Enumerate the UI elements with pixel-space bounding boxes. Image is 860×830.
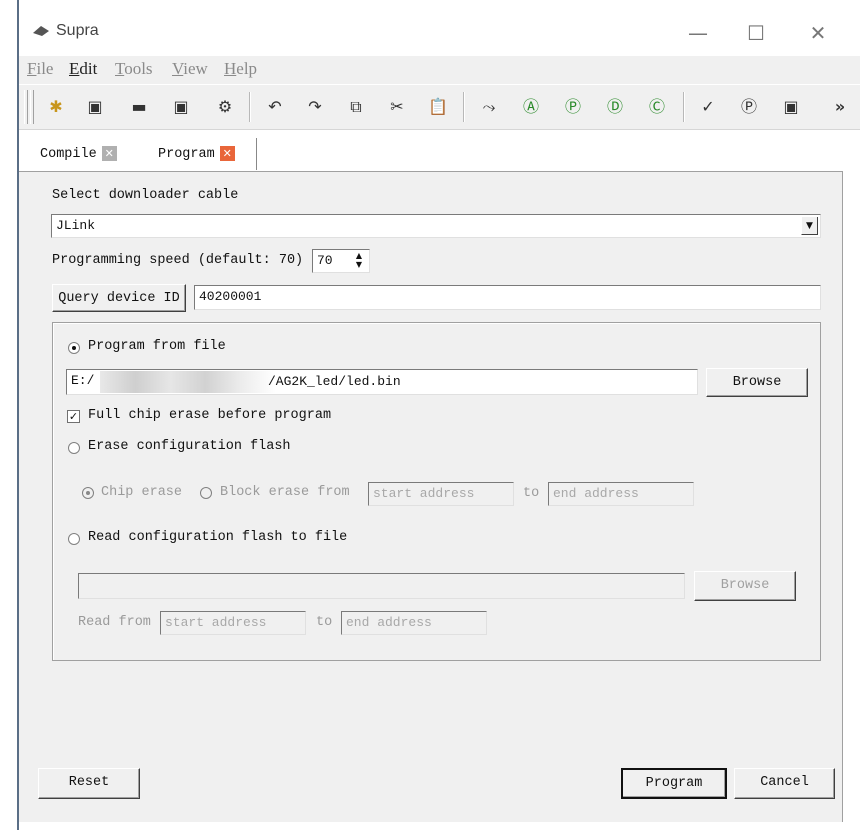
copy-icon[interactable]: ⧉ xyxy=(345,96,367,118)
run-p-icon[interactable]: Ⓟ xyxy=(562,96,584,118)
program-from-file-label[interactable]: Program from file xyxy=(88,339,226,354)
settings-icon[interactable]: ⚙ xyxy=(214,96,236,118)
reset-button[interactable]: Reset xyxy=(38,768,140,799)
close-button[interactable]: ✕ xyxy=(803,18,833,48)
block-erase-radio[interactable] xyxy=(200,487,212,499)
cable-label: Select downloader cable xyxy=(52,188,239,203)
read-start-address-input[interactable]: start address xyxy=(160,611,306,635)
file-path-suffix: /AG2K_led/led.bin xyxy=(268,374,401,389)
run-d-icon[interactable]: Ⓓ xyxy=(604,96,626,118)
program-from-file-radio[interactable] xyxy=(68,342,80,354)
cut-icon[interactable]: ✂ xyxy=(386,96,408,118)
menu-help[interactable]: Help xyxy=(224,59,257,79)
tab-divider xyxy=(256,138,257,170)
program-button[interactable]: Program xyxy=(621,768,727,799)
erase-config-flash-label[interactable]: Erase configuration flash xyxy=(88,439,291,454)
erase-to-label: to xyxy=(523,486,540,501)
erase-start-address-input[interactable]: start address xyxy=(368,482,514,506)
read-start-placeholder: start address xyxy=(165,615,267,630)
device-id-field[interactable]: 40200001 xyxy=(194,285,821,310)
window-title: Supra xyxy=(56,22,99,39)
read-to-label: to xyxy=(316,615,333,630)
toolbar-separator xyxy=(463,92,465,122)
read-browse-button[interactable]: Browse xyxy=(694,571,796,601)
tab-compile-label: Compile xyxy=(40,147,97,162)
erase-config-flash-radio[interactable] xyxy=(68,442,80,454)
dropdown-arrow-icon[interactable]: ▼ xyxy=(801,217,818,235)
speed-input-value: 70 xyxy=(317,253,333,268)
read-config-flash-label[interactable]: Read configuration flash to file xyxy=(88,530,347,545)
device-id-value: 40200001 xyxy=(199,289,262,304)
erase-end-placeholder: end address xyxy=(553,486,639,501)
compile-icon[interactable]: ⤳ xyxy=(478,96,500,118)
speed-label: Programming speed (default: 70) xyxy=(52,253,304,268)
check-icon[interactable]: ✓ xyxy=(697,96,719,118)
toolbar-separator xyxy=(249,92,251,122)
tab-program-close-icon[interactable]: ✕ xyxy=(219,146,235,162)
erase-start-placeholder: start address xyxy=(373,486,475,501)
speed-spinner-icon[interactable]: ▲ ▼ xyxy=(350,251,368,271)
run-a-icon[interactable]: Ⓐ xyxy=(520,96,542,118)
open-icon[interactable]: ▣ xyxy=(84,96,106,118)
read-config-flash-radio[interactable] xyxy=(68,533,80,545)
read-file-path-input[interactable] xyxy=(78,573,685,599)
browse-button[interactable]: Browse xyxy=(706,368,808,397)
tab-compile-close-icon[interactable]: ✕ xyxy=(101,146,117,162)
paste-icon[interactable]: 📋 xyxy=(427,96,449,118)
read-from-label: Read from xyxy=(78,615,151,630)
device-icon[interactable]: ▣ xyxy=(780,96,802,118)
cable-select[interactable]: JLink xyxy=(51,214,821,238)
tab-program-label: Program xyxy=(158,147,215,162)
toolbar-grip-2[interactable] xyxy=(30,90,34,124)
redacted-path xyxy=(100,371,276,393)
tab-program[interactable]: Program ✕ xyxy=(158,138,235,170)
block-erase-label[interactable]: Block erase from xyxy=(220,485,350,500)
maximize-button[interactable]: ☐ xyxy=(741,18,771,48)
app-logo-icon xyxy=(32,25,50,37)
full-chip-erase-label[interactable]: Full chip erase before program xyxy=(88,408,331,423)
cancel-button[interactable]: Cancel xyxy=(734,768,835,799)
chip-erase-label[interactable]: Chip erase xyxy=(101,485,182,500)
chip-erase-radio[interactable] xyxy=(82,487,94,499)
menu-view[interactable]: View xyxy=(172,59,208,79)
save-icon[interactable]: ▬ xyxy=(128,96,150,118)
minimize-button[interactable]: — xyxy=(683,18,713,48)
title-bar xyxy=(19,0,860,55)
redo-icon[interactable]: ↷ xyxy=(304,96,326,118)
new-file-icon[interactable]: ✱ xyxy=(45,96,67,118)
read-end-placeholder: end address xyxy=(346,615,432,630)
menu-file[interactable]: File xyxy=(27,59,53,79)
run-c-icon[interactable]: Ⓒ xyxy=(646,96,668,118)
menu-edit[interactable]: Edit xyxy=(69,59,97,79)
cable-select-value: JLink xyxy=(56,218,96,233)
save-all-icon[interactable]: ▣ xyxy=(170,96,192,118)
tab-strip xyxy=(19,130,860,172)
toolbar-separator xyxy=(683,92,685,122)
menu-tools[interactable]: Tools xyxy=(115,59,153,79)
undo-icon[interactable]: ↶ xyxy=(264,96,286,118)
program-icon[interactable]: Ⓟ xyxy=(738,96,760,118)
read-end-address-input[interactable]: end address xyxy=(341,611,487,635)
toolbar-grip[interactable] xyxy=(24,90,28,124)
query-device-id-button[interactable]: Query device ID xyxy=(52,284,186,312)
full-chip-erase-checkbox[interactable]: ✓ xyxy=(67,410,80,423)
erase-end-address-input[interactable]: end address xyxy=(548,482,694,506)
toolbar-overflow-icon[interactable]: » xyxy=(829,96,851,118)
file-path-prefix: E:/ xyxy=(71,373,95,388)
tab-compile[interactable]: Compile ✕ xyxy=(40,138,117,170)
